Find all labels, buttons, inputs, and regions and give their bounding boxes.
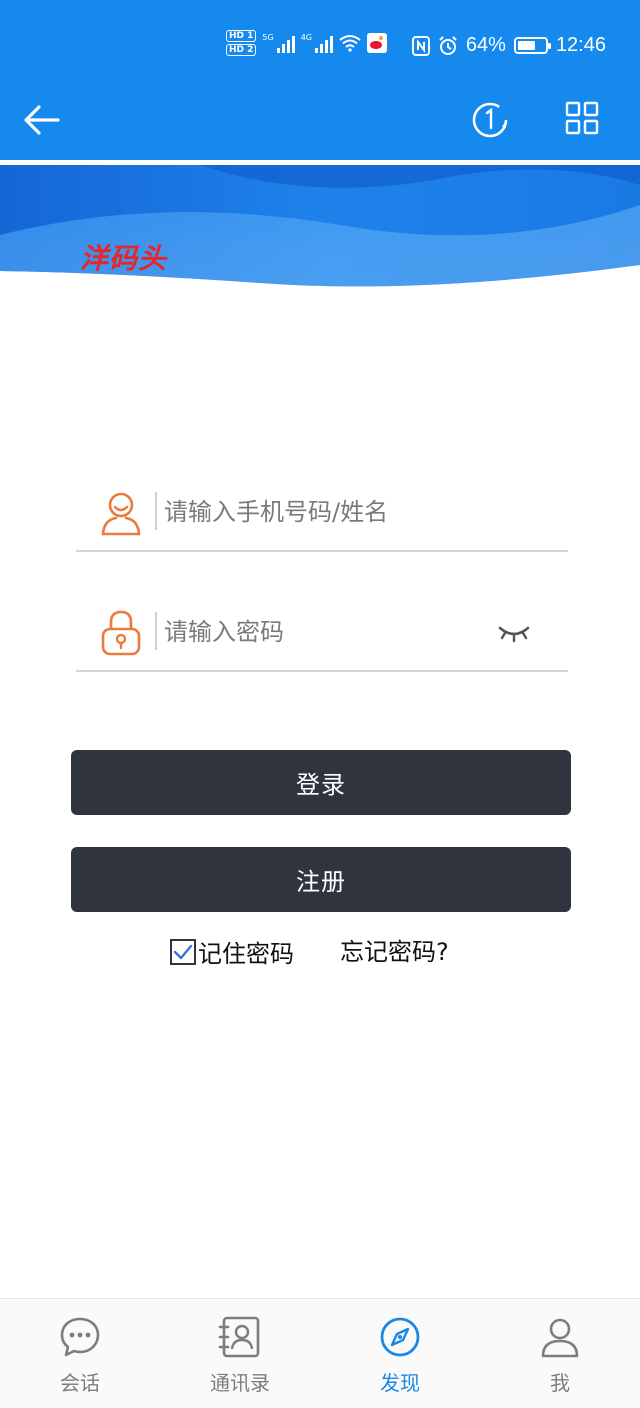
login-screen: HD 1 HD 2 5G 4G 64% 12:46 洋码头 请输入手机号码/姓名… <box>0 0 640 1408</box>
battery-icon <box>513 37 551 54</box>
remember-checkbox[interactable] <box>170 938 196 965</box>
eye-closed-icon[interactable] <box>496 620 532 644</box>
field-separator <box>155 612 157 650</box>
remember-password-toggle[interactable]: 记住密码 <box>170 934 294 969</box>
clock: 12:46 <box>555 34 606 56</box>
app-bar <box>0 94 640 160</box>
nav-label-me: 我 <box>550 1371 570 1395</box>
field-separator <box>155 492 157 530</box>
hd-1-badge: HD 1 <box>226 30 257 42</box>
nav-label-chats: 会话 <box>60 1371 100 1395</box>
grid-menu-button[interactable] <box>564 100 600 136</box>
status-bar-right: 64% 12:46 <box>411 34 606 57</box>
nav-label-discover: 发现 <box>380 1371 420 1395</box>
person-icon <box>541 1318 579 1358</box>
register-button[interactable]: 注册 <box>71 847 571 912</box>
password-field <box>76 600 568 672</box>
hd-indicator: HD 1 HD 2 <box>226 30 257 56</box>
chat-bubble-icon <box>60 1317 100 1357</box>
back-arrow-icon <box>24 105 60 135</box>
lock-icon <box>101 610 141 656</box>
signal-5g-label: 5G <box>262 33 274 42</box>
status-bar: HD 1 HD 2 5G 4G 64% 12:46 <box>0 0 640 94</box>
nav-item-me[interactable]: 我 <box>480 1299 640 1408</box>
top-bar: HD 1 HD 2 5G 4G 64% 12:46 <box>0 0 640 160</box>
signal-5g-icon: 5G <box>262 33 295 53</box>
mini-program-button[interactable] <box>470 100 510 140</box>
weibo-app-icon <box>367 33 387 53</box>
remember-password-label: 记住密码 <box>198 940 294 968</box>
contacts-icon <box>218 1316 260 1358</box>
forgot-password-link[interactable]: 忘记密码? <box>340 932 449 967</box>
signal-4g-icon: 4G <box>301 33 333 53</box>
nav-item-contacts[interactable]: 通讯录 <box>160 1299 320 1408</box>
signal-4g-label: 4G <box>300 33 312 42</box>
password-input[interactable] <box>164 612 494 652</box>
battery-fill <box>517 41 535 50</box>
nfc-icon <box>411 35 430 56</box>
wifi-icon <box>339 35 361 52</box>
nav-label-contacts: 通讯录 <box>210 1371 270 1395</box>
status-bar-left: HD 1 HD 2 5G 4G <box>226 30 387 56</box>
login-button[interactable]: 登录 <box>71 750 571 815</box>
nav-item-discover[interactable]: 发现 <box>320 1299 480 1408</box>
username-field <box>76 480 568 552</box>
username-input[interactable] <box>164 492 494 532</box>
bottom-navigation: 会话 通讯录 发现 我 <box>0 1298 640 1408</box>
hd-2-badge: HD 2 <box>226 44 257 56</box>
alarm-icon <box>439 35 457 55</box>
nav-item-chats[interactable]: 会话 <box>0 1299 160 1408</box>
compass-icon <box>380 1317 420 1357</box>
brand-logo-text: 洋码头 <box>80 242 168 275</box>
battery-percent: 64% <box>465 34 506 56</box>
back-button[interactable] <box>22 100 62 140</box>
brand-banner: 洋码头 <box>0 165 640 290</box>
user-icon <box>101 492 141 536</box>
check-icon <box>173 944 193 959</box>
